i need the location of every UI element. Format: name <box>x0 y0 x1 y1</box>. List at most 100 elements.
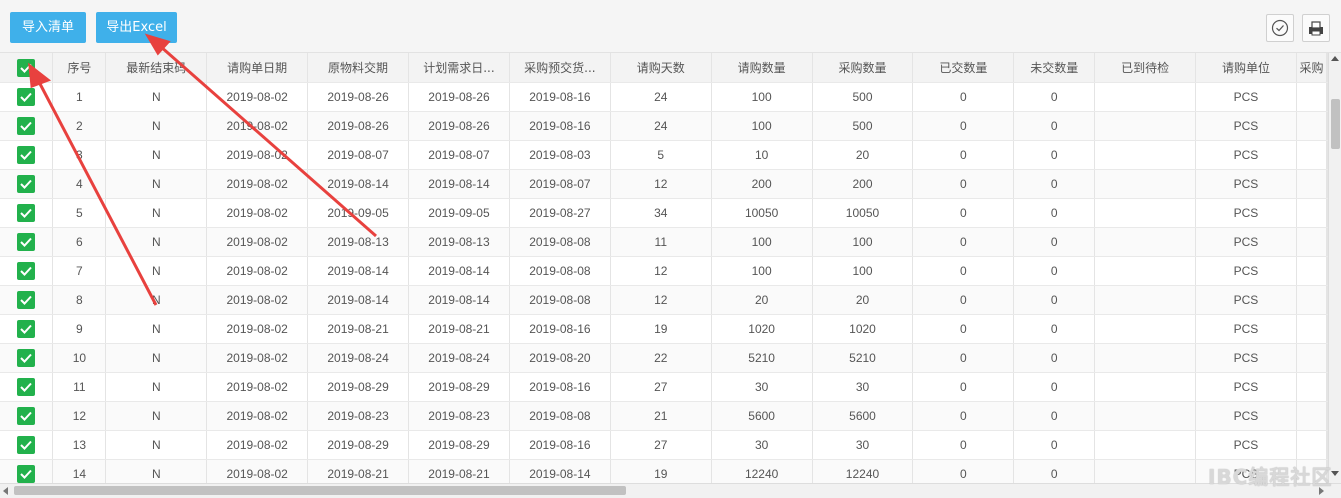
horizontal-scroll-thumb[interactable] <box>14 486 626 495</box>
column-header[interactable]: 采购预交货... <box>509 53 611 83</box>
table-row[interactable]: 7 N 2019-08-02 2019-08-14 2019-08-14 2019-08-… <box>0 256 1328 286</box>
table-row[interactable]: 11 N 2019-08-02 2019-08-29 2019-08-29 2019-08… <box>0 372 1328 402</box>
table-row[interactable]: 6 N 2019-08-02 2019-08-13 2019-08-13 2019-08-… <box>0 227 1328 257</box>
table-cell: 0 <box>1013 343 1096 373</box>
check-circle-icon[interactable] <box>1266 14 1294 42</box>
column-header[interactable]: 请购单位 <box>1195 53 1297 83</box>
row-select-cell[interactable] <box>0 198 54 228</box>
table-cell: 0 <box>1013 227 1096 257</box>
table-row[interactable]: 4 N 2019-08-02 2019-08-14 2019-08-14 2019-08-… <box>0 169 1328 199</box>
checkbox-checked-icon[interactable] <box>17 146 36 164</box>
table-cell: 2019-08-13 <box>307 227 409 257</box>
table-row[interactable]: 2 N 2019-08-02 2019-08-26 2019-08-26 2019-08-… <box>0 111 1328 141</box>
checkbox-checked-icon[interactable] <box>17 233 36 251</box>
checkbox-checked-icon[interactable] <box>17 320 36 338</box>
row-select-cell[interactable] <box>0 82 54 112</box>
horizontal-scrollbar[interactable] <box>0 483 1341 498</box>
print-icon[interactable] <box>1302 14 1330 42</box>
row-select-cell[interactable] <box>0 227 54 257</box>
column-header[interactable]: 原物料交期 <box>307 53 409 83</box>
column-header[interactable]: 请购单日期 <box>206 53 309 83</box>
column-header[interactable]: 请购数量 <box>711 53 813 83</box>
table-cell <box>1094 372 1197 402</box>
row-select-cell[interactable] <box>0 430 54 460</box>
row-select-cell[interactable] <box>0 343 54 373</box>
table-cell: 5210 <box>711 343 813 373</box>
table-cell <box>1094 227 1197 257</box>
checkbox-checked-icon[interactable] <box>17 88 36 106</box>
table-cell <box>1094 285 1197 315</box>
checkbox-checked-icon[interactable] <box>17 262 36 280</box>
table-cell: PCS <box>1195 343 1297 373</box>
table-cell: 0 <box>912 227 1015 257</box>
table-row[interactable]: 12 N 2019-08-02 2019-08-23 2019-08-23 2019-08… <box>0 401 1328 431</box>
table-cell: 12240 <box>711 459 813 483</box>
table-row[interactable]: 3 N 2019-08-02 2019-08-07 2019-08-07 2019-08-… <box>0 140 1328 170</box>
checkbox-checked-icon[interactable] <box>17 436 36 454</box>
table-row[interactable]: 13 N 2019-08-02 2019-08-29 2019-08-29 2019-08… <box>0 430 1328 460</box>
vertical-scrollbar[interactable] <box>1328 53 1341 483</box>
row-select-cell[interactable] <box>0 111 54 141</box>
checkbox-checked-icon[interactable] <box>17 58 36 77</box>
table-cell-empty <box>1296 401 1328 431</box>
table-cell: 20 <box>812 285 914 315</box>
table-cell <box>1094 140 1197 170</box>
table-cell: 0 <box>1013 430 1096 460</box>
checkbox-checked-icon[interactable] <box>17 291 36 309</box>
table-cell: N <box>105 227 208 257</box>
table-cell: 2019-08-02 <box>206 140 309 170</box>
column-header[interactable]: 已交数量 <box>912 53 1015 83</box>
table-cell: 13 <box>52 430 107 460</box>
table-cell: 24 <box>610 111 712 141</box>
column-header[interactable]: 计划需求日... <box>408 53 510 83</box>
table-row[interactable]: 10 N 2019-08-02 2019-08-24 2019-08-24 2019-08… <box>0 343 1328 373</box>
vertical-scroll-thumb[interactable] <box>1331 99 1340 149</box>
column-header[interactable]: 序号 <box>52 53 107 83</box>
row-select-cell[interactable] <box>0 459 54 483</box>
row-select-cell[interactable] <box>0 314 54 344</box>
column-header[interactable]: 请购天数 <box>610 53 712 83</box>
checkbox-checked-icon[interactable] <box>17 117 36 135</box>
table-cell: 0 <box>912 343 1015 373</box>
row-select-cell[interactable] <box>0 140 54 170</box>
checkbox-checked-icon[interactable] <box>17 378 36 396</box>
column-header[interactable]: 未交数量 <box>1013 53 1096 83</box>
checkbox-checked-icon[interactable] <box>17 175 36 193</box>
scroll-up-icon[interactable] <box>1331 56 1339 61</box>
select-all-header[interactable] <box>0 53 54 83</box>
table-cell: 2019-08-13 <box>408 227 510 257</box>
checkbox-checked-icon[interactable] <box>17 407 36 425</box>
table-cell: 4 <box>52 169 107 199</box>
column-header[interactable]: 最新结束码 <box>105 53 208 83</box>
table-cell: 34 <box>610 198 712 228</box>
table-row[interactable]: 14 N 2019-08-02 2019-08-21 2019-08-21 2019-08… <box>0 459 1328 483</box>
checkbox-checked-icon[interactable] <box>17 204 36 222</box>
import-list-button[interactable]: 导入清单 <box>10 12 86 43</box>
table-row[interactable]: 9 N 2019-08-02 2019-08-21 2019-08-21 2019-08-… <box>0 314 1328 344</box>
checkbox-checked-icon[interactable] <box>17 349 36 367</box>
row-select-cell[interactable] <box>0 256 54 286</box>
table-cell: 0 <box>912 111 1015 141</box>
table-cell <box>1094 459 1197 483</box>
table-row[interactable]: 8 N 2019-08-02 2019-08-14 2019-08-14 2019-08-… <box>0 285 1328 315</box>
checkbox-checked-icon[interactable] <box>17 465 36 483</box>
column-header[interactable]: 采购 <box>1296 53 1328 83</box>
row-select-cell[interactable] <box>0 169 54 199</box>
scroll-left-icon[interactable] <box>3 487 8 495</box>
table-row[interactable]: 5 N 2019-08-02 2019-09-05 2019-09-05 2019-08-… <box>0 198 1328 228</box>
table-cell: 2019-08-21 <box>408 459 510 483</box>
table-cell: 2019-08-02 <box>206 169 309 199</box>
row-select-cell[interactable] <box>0 372 54 402</box>
table-cell: PCS <box>1195 256 1297 286</box>
table-cell: N <box>105 285 208 315</box>
table-cell: 2019-08-02 <box>206 343 309 373</box>
column-header[interactable]: 已到待检 <box>1094 53 1197 83</box>
column-header[interactable]: 采购数量 <box>812 53 914 83</box>
table-cell: 3 <box>52 140 107 170</box>
row-select-cell[interactable] <box>0 285 54 315</box>
export-excel-button[interactable]: 导出Excel <box>96 12 177 43</box>
table-row[interactable]: 1 N 2019-08-02 2019-08-26 2019-08-26 2019-08-… <box>0 82 1328 112</box>
table-cell: 2019-08-23 <box>307 401 409 431</box>
table-cell: N <box>105 314 208 344</box>
row-select-cell[interactable] <box>0 401 54 431</box>
